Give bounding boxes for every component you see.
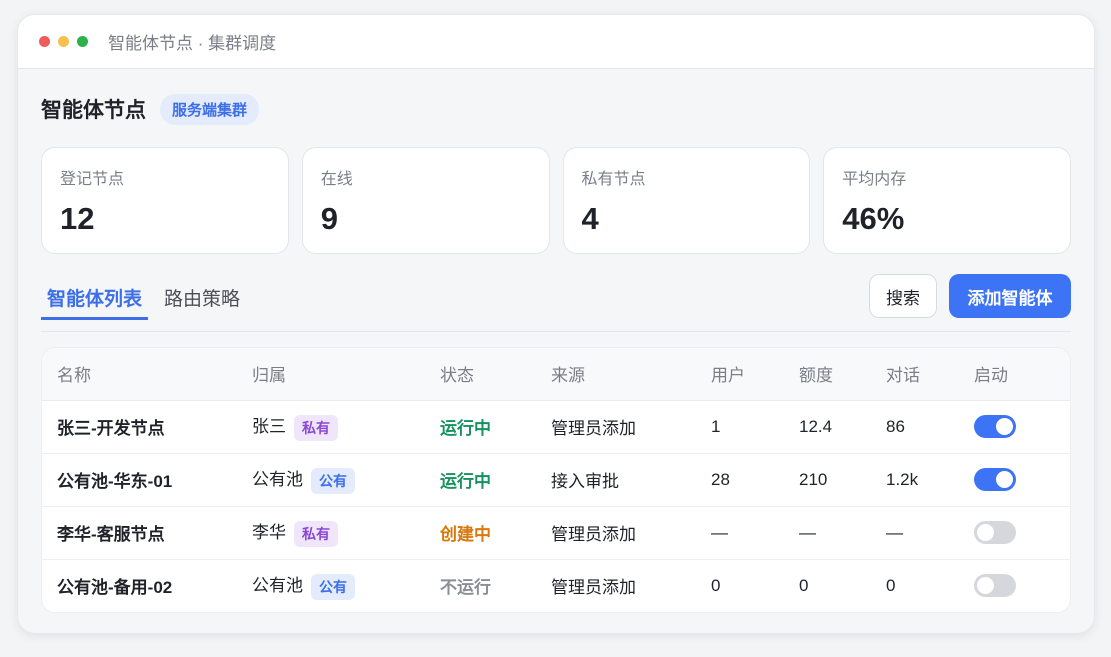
table-row[interactable]: 公有池-华东-01 公有池 公有 运行中 接入审批 28 210 1.2k [42, 453, 1070, 507]
enabled-cell [974, 400, 1070, 454]
owner-cell: 公有池 公有 [252, 559, 440, 612]
window-title: 智能体节点 · 集群调度 [108, 34, 277, 53]
stat-card-private: 私有节点 4 [562, 147, 811, 254]
table-header-row: 名称 归属 状态 来源 用户 额度 对话 启动 [42, 348, 1070, 401]
enabled-cell [974, 506, 1070, 560]
quota-cell: — [799, 506, 886, 560]
toggle-knob [977, 577, 994, 595]
stat-card-registered: 登记节点 12 [41, 147, 289, 254]
column-header-quota: 额度 [799, 348, 886, 401]
private-tag: 私有 [294, 520, 338, 547]
users-cell: — [711, 506, 799, 560]
source-cell: 管理员添加 [551, 506, 711, 560]
quota-cell: 0 [799, 575, 809, 595]
quota-cell: 12.4 [799, 400, 886, 454]
column-header-status: 状态 [440, 348, 551, 401]
column-header-owner: 归属 [252, 348, 440, 401]
page-header: 智能体节点 服务端集群 [41, 69, 1071, 147]
toggle-knob [996, 418, 1013, 435]
agent-name: 公有池-备用-02 [57, 578, 173, 598]
owner-name: 公有池 [252, 576, 303, 596]
title-bar: 智能体节点 · 集群调度 [18, 15, 1094, 69]
owner-name: 张三 [252, 417, 286, 437]
private-tag: 私有 [294, 414, 338, 441]
owner-name: 公有池 [252, 470, 303, 490]
source-cell: 管理员添加 [551, 400, 711, 454]
tab-routing-policy[interactable]: 路由策略 [158, 274, 246, 331]
chats-cell: 1.2k [886, 453, 974, 507]
column-header-source: 来源 [551, 348, 711, 401]
agent-name: 李华-客服节点 [42, 506, 252, 560]
add-agent-button[interactable]: 添加智能体 [949, 274, 1071, 318]
search-button[interactable]: 搜索 [869, 274, 937, 318]
toggle-knob [977, 524, 994, 541]
tab-agent-list[interactable]: 智能体列表 [41, 274, 149, 320]
tabs-bar: 智能体列表 路由策略 搜索 添加智能体 [41, 274, 1071, 332]
maximize-window-button[interactable] [77, 36, 88, 47]
agent-name: 公有池-华东-01 [42, 453, 252, 507]
status-text: 运行中 [440, 400, 551, 454]
users-cell: 0 [711, 575, 721, 595]
stat-label: 在线 [320, 171, 353, 188]
chats-cell: 86 [886, 400, 974, 454]
tab-list: 智能体列表 路由策略 [41, 274, 256, 331]
page-title: 智能体节点 [41, 99, 146, 122]
enabled-cell [974, 453, 1070, 507]
stat-label: 私有节点 [581, 171, 646, 188]
public-tag: 公有 [311, 574, 355, 600]
stat-value: 12 [60, 201, 95, 236]
table-row[interactable]: 公有池-备用-02 公有池 公有 不运行 管理员添加 0 0 0 [42, 559, 1070, 612]
table-row[interactable]: 李华-客服节点 李华 私有 创建中 管理员添加 — — — [42, 506, 1070, 560]
cluster-badge: 服务端集群 [160, 93, 260, 125]
minimize-window-button[interactable] [58, 36, 69, 47]
users-cell: 1 [711, 400, 799, 454]
enable-toggle[interactable] [974, 468, 1016, 491]
agent-table-card: 名称 归属 状态 来源 用户 额度 对话 启动 张三-开发节点 张三 私有 运行中 [41, 347, 1071, 613]
chats-cell: — [886, 506, 974, 560]
owner-cell: 公有池 公有 [252, 453, 440, 507]
agent-name: 张三-开发节点 [42, 400, 252, 454]
app-window: 智能体节点 · 集群调度 智能体节点 服务端集群 登记节点 12 在线 9 私有… [17, 14, 1095, 634]
source-cell: 管理员添加 [551, 578, 636, 598]
public-tag: 公有 [311, 467, 355, 494]
stat-value: 46% [842, 201, 905, 236]
enable-toggle[interactable] [974, 415, 1016, 438]
stat-label: 平均内存 [842, 171, 907, 188]
chats-cell: 0 [886, 575, 896, 595]
agent-table: 名称 归属 状态 来源 用户 额度 对话 启动 张三-开发节点 张三 私有 运行中 [42, 348, 1070, 612]
enabled-cell [974, 559, 1070, 612]
status-text: 不运行 [440, 578, 491, 598]
owner-cell: 张三 私有 [252, 400, 440, 454]
source-cell: 接入审批 [551, 453, 711, 507]
enable-toggle[interactable] [974, 574, 1016, 598]
stat-card-memory: 平均内存 46% [823, 147, 1071, 254]
column-header-enabled: 启动 [974, 348, 1070, 401]
toggle-knob [996, 471, 1013, 488]
stats-row: 登记节点 12 在线 9 私有节点 4 平均内存 46% [41, 147, 1071, 254]
stat-value: 9 [320, 201, 338, 236]
stat-card-online: 在线 9 [301, 147, 550, 254]
status-text: 运行中 [440, 453, 551, 507]
quota-cell: 210 [799, 453, 886, 507]
users-cell: 28 [711, 453, 799, 507]
owner-name: 李华 [252, 523, 286, 543]
enable-toggle[interactable] [974, 521, 1016, 544]
owner-cell: 李华 私有 [252, 506, 440, 560]
toolbar-actions: 搜索 添加智能体 [869, 274, 1071, 318]
stat-label: 登记节点 [60, 171, 125, 188]
column-header-users: 用户 [711, 348, 799, 401]
status-text: 创建中 [440, 506, 551, 560]
table-row[interactable]: 张三-开发节点 张三 私有 运行中 管理员添加 1 12.4 86 [42, 400, 1070, 454]
column-header-name: 名称 [42, 348, 252, 401]
close-window-button[interactable] [39, 36, 50, 47]
column-header-chats: 对话 [886, 348, 974, 401]
stat-value: 4 [581, 201, 599, 236]
